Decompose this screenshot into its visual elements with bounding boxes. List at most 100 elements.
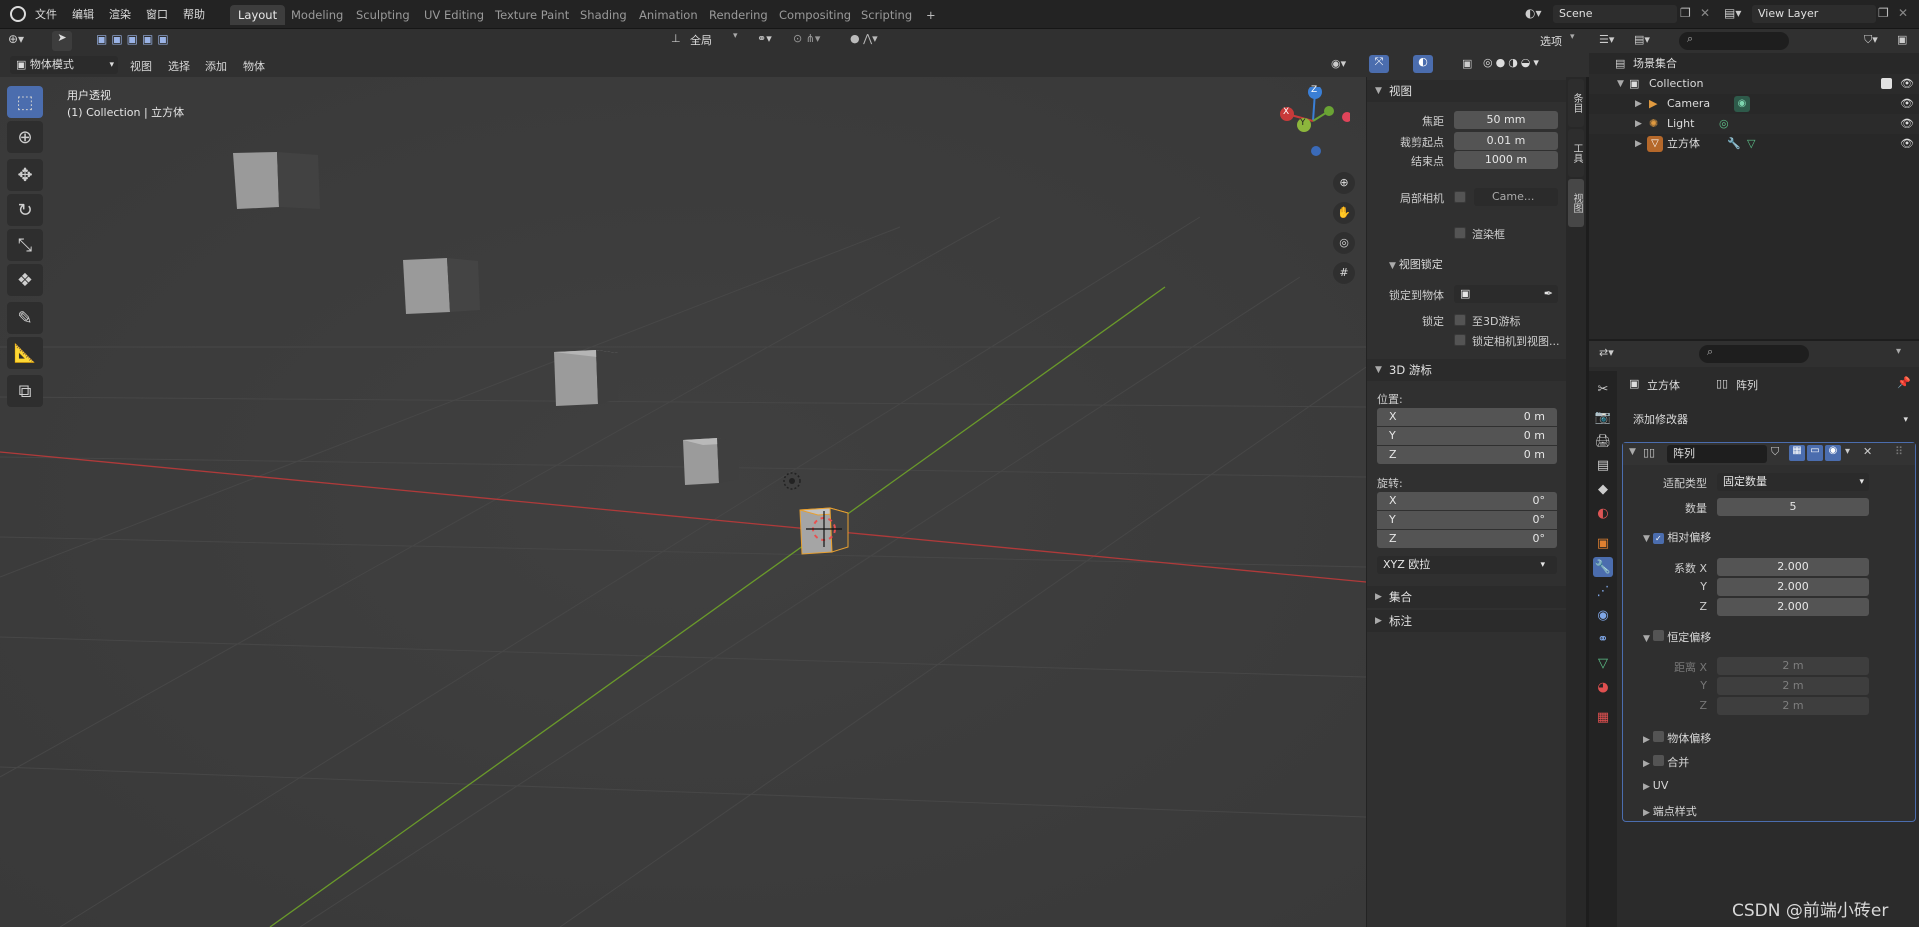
material-tab-icon[interactable]: ◕ <box>1593 677 1613 697</box>
menu-window[interactable]: 窗口 <box>146 6 168 22</box>
tool-tab-icon[interactable]: ✂ <box>1593 379 1613 399</box>
transform-orientation-dropdown[interactable]: 全局 <box>690 32 712 48</box>
lock-3d-cursor-checkbox[interactable] <box>1454 314 1466 326</box>
options-dropdown[interactable]: 选项 <box>1540 33 1562 49</box>
relative-offset-subpanel[interactable]: ▼ ✓ 相对偏移 <box>1643 529 1711 545</box>
tab-item[interactable]: 条目 <box>1568 79 1584 127</box>
tab-compositing[interactable]: Compositing <box>771 5 859 25</box>
view-layer-icon[interactable]: ▤▾ <box>1724 6 1746 20</box>
view-lock-subheader[interactable]: ▼ 视图锁定 <box>1389 256 1443 272</box>
outliner-collection[interactable]: ▼ ▣ Collection 👁 <box>1589 74 1919 94</box>
particles-tab-icon[interactable]: ⋰ <box>1593 581 1613 601</box>
rotation-mode-dropdown[interactable]: XYZ 欧拉 ▾ <box>1377 556 1557 574</box>
lock-to-object-field[interactable]: ▣ ✒ <box>1454 285 1558 303</box>
select-menu[interactable]: 选择 <box>164 58 194 76</box>
select-tool-icon[interactable]: ➤ <box>52 31 72 51</box>
cursor-rotation-x[interactable]: X 0° <box>1377 492 1557 510</box>
render-tab-icon[interactable]: 📷 <box>1593 407 1613 427</box>
texture-tab-icon[interactable]: ▦ <box>1593 707 1613 727</box>
data-tab-icon[interactable]: ▽ <box>1593 653 1613 673</box>
modifier-name-field[interactable]: 阵列 <box>1667 445 1767 463</box>
count-field[interactable]: 5 <box>1717 498 1869 516</box>
overlay-toggle-icon[interactable]: ◐ <box>1413 55 1433 73</box>
local-camera-checkbox[interactable] <box>1454 191 1466 203</box>
tab-modeling[interactable]: Modeling <box>283 5 351 25</box>
new-scene-icon[interactable]: ❐ <box>1680 6 1691 20</box>
distance-z-field[interactable]: 2 m <box>1717 697 1869 715</box>
measure-tool-icon[interactable]: 📐 <box>7 337 43 369</box>
view-section-header[interactable]: ▼ 视图 <box>1367 80 1567 102</box>
camera-data-icon[interactable]: ◉ <box>1734 96 1750 112</box>
view-menu[interactable]: 视图 <box>126 58 156 76</box>
annotations-section-header[interactable]: ▶ 标注 <box>1367 610 1567 632</box>
object-tab-icon[interactable]: ▣ <box>1593 533 1613 553</box>
add-cube-tool-icon[interactable]: ⧉ <box>7 375 43 407</box>
transform-tool-icon[interactable]: ❖ <box>7 264 43 296</box>
chevron-down-icon[interactable]: ▾ <box>1896 346 1901 357</box>
distance-x-field[interactable]: 2 m <box>1717 657 1869 675</box>
clip-end-field[interactable]: 1000 m <box>1454 151 1558 169</box>
factor-y-field[interactable]: 2.000 <box>1717 578 1869 596</box>
close-view-layer-icon[interactable]: ✕ <box>1898 6 1908 20</box>
pin-icon[interactable]: 📌 <box>1897 376 1911 389</box>
outliner-item-light[interactable]: ▶ ✺ Light ◎ 👁 <box>1589 114 1919 134</box>
tab-animation[interactable]: Animation <box>631 5 706 25</box>
wrench-icon[interactable]: 🔧 <box>1727 134 1741 154</box>
modifier-tab-icon[interactable]: 🔧 <box>1593 557 1613 577</box>
pan-hand-icon[interactable]: ✋ <box>1333 202 1355 224</box>
editor-type-icon[interactable]: ⊕▾ <box>8 32 24 46</box>
tab-sculpting[interactable]: Sculpting <box>348 5 418 25</box>
render-toggle-icon[interactable]: ◉ <box>1825 445 1841 461</box>
display-mode-icon[interactable]: ▤▾ <box>1634 33 1650 46</box>
navigation-gizmo[interactable]: Z X Y <box>1275 85 1352 157</box>
relative-offset-checkbox[interactable]: ✓ <box>1652 533 1664 544</box>
tab-texture-paint[interactable]: Texture Paint <box>487 5 577 25</box>
view-layer-tab-icon[interactable]: ▤ <box>1593 455 1613 475</box>
tab-scripting[interactable]: Scripting <box>853 5 920 25</box>
cursor-location-y[interactable]: Y0 m <box>1377 427 1557 445</box>
object-menu[interactable]: 物体 <box>239 58 269 76</box>
close-icon[interactable]: ✕ <box>1863 445 1872 458</box>
eyedropper-icon[interactable]: ✒ <box>1544 285 1553 303</box>
pivot-icon[interactable]: ⚭▾ <box>757 32 772 45</box>
merge-subpanel[interactable]: ▶ 合并 <box>1643 754 1689 770</box>
close-scene-icon[interactable]: ✕ <box>1700 6 1710 20</box>
modifier-menu-icon[interactable]: ▾ <box>1845 446 1850 457</box>
chevron-down-icon[interactable]: ▼ <box>1629 447 1636 457</box>
camera-view-icon[interactable]: ◎ <box>1333 232 1355 254</box>
eye-icon[interactable]: 👁 <box>1900 94 1914 114</box>
gizmo-toggle-icon[interactable]: ⤧ <box>1369 55 1389 73</box>
drag-handle-icon[interactable]: ⠿ <box>1895 445 1903 458</box>
constraints-tab-icon[interactable]: ⚭ <box>1593 629 1613 649</box>
merge-checkbox[interactable] <box>1652 755 1664 766</box>
world-tab-icon[interactable]: ◐ <box>1593 503 1613 523</box>
tab-uv-editing[interactable]: UV Editing <box>416 5 492 25</box>
mode-dropdown[interactable]: ▣ 物体模式 ▾ <box>10 56 118 74</box>
select-box-tool-icon[interactable]: ⬚ <box>7 86 43 118</box>
collection-checkbox[interactable] <box>1881 78 1892 89</box>
shading-modes-icon[interactable]: ◎●◑◒▾ <box>1483 56 1542 69</box>
outliner-search-input[interactable]: ⌕ <box>1679 32 1789 50</box>
mesh-data-icon[interactable]: ▽ <box>1747 134 1755 154</box>
menu-help[interactable]: 帮助 <box>183 6 205 22</box>
filter-icon[interactable]: ⛉▾ <box>1864 33 1878 47</box>
scene-field[interactable]: Scene <box>1553 5 1677 23</box>
view-layer-field[interactable]: View Layer <box>1752 5 1876 23</box>
cursor-rotation-y[interactable]: Y 0° <box>1377 511 1557 529</box>
outliner-editor-icon[interactable]: ☰▾ <box>1599 33 1614 46</box>
3d-cursor-section-header[interactable]: ▼ 3D 游标 <box>1367 359 1567 381</box>
cursor-rotation-z[interactable]: Z 0° <box>1377 530 1557 548</box>
outliner-item-camera[interactable]: ▶ ▶ Camera ◉ 👁 <box>1589 94 1919 114</box>
eye-icon[interactable]: 👁 <box>1900 74 1914 94</box>
caps-subpanel[interactable]: ▶ 端点样式 <box>1643 803 1697 819</box>
blender-logo-icon[interactable] <box>10 6 26 22</box>
factor-x-field[interactable]: 2.000 <box>1717 558 1869 576</box>
collections-section-header[interactable]: ▶ 集合 <box>1367 586 1567 608</box>
local-camera-field[interactable]: Came... <box>1474 188 1558 206</box>
object-offset-subpanel[interactable]: ▶ 物体偏移 <box>1643 730 1711 746</box>
add-menu[interactable]: 添加 <box>201 58 231 76</box>
constant-offset-checkbox[interactable] <box>1652 630 1664 641</box>
tab-tool[interactable]: 工具 <box>1568 129 1584 177</box>
edit-mode-toggle-icon[interactable]: ⛉ <box>1771 445 1779 459</box>
tab-layout[interactable]: Layout <box>230 5 286 25</box>
